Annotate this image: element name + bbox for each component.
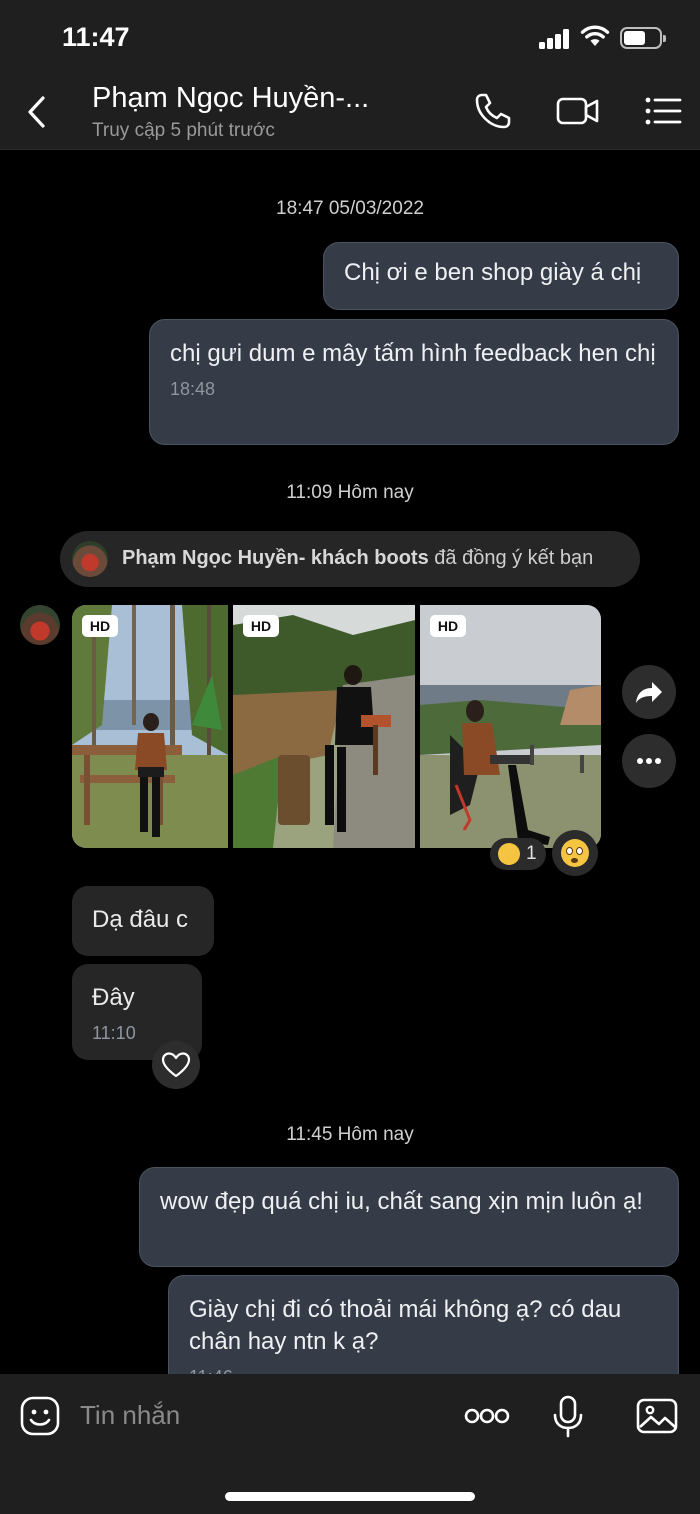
photo-thumbnail[interactable]: HD <box>72 605 228 848</box>
status-time: 11:47 <box>62 22 130 52</box>
avatar[interactable] <box>20 605 60 645</box>
wifi-icon <box>580 25 610 46</box>
timestamp-divider: 11:45 Hôm nay <box>286 1124 414 1145</box>
surprised-emoji-icon <box>498 843 520 865</box>
image-icon[interactable] <box>635 1394 679 1438</box>
photo-image <box>72 605 228 848</box>
photo-image <box>420 605 601 848</box>
message-text: chị gưi dum e mây tấm hình feedback hen … <box>170 340 656 367</box>
contact-name[interactable]: Phạm Ngọc Huyền-... <box>92 82 369 115</box>
more-dots-icon <box>637 758 661 764</box>
forward-button[interactable] <box>622 665 676 719</box>
avatar <box>72 541 108 577</box>
react-button[interactable] <box>552 830 598 876</box>
photo-image <box>233 605 415 848</box>
microphone-icon[interactable] <box>546 1394 590 1438</box>
photo-thumbnail[interactable]: HD <box>233 605 415 848</box>
hd-badge: HD <box>243 615 279 637</box>
contact-status: Truy cập 5 phút trước <box>92 120 275 141</box>
more-dots-icon[interactable] <box>462 1394 512 1438</box>
back-arrow-icon[interactable] <box>18 90 58 134</box>
message-incoming[interactable]: Dạ đâu c <box>72 886 214 956</box>
timestamp-divider: 18:47 05/03/2022 <box>276 198 424 219</box>
message-outgoing[interactable]: Giày chị đi có thoải mái không ạ? có dau… <box>168 1275 679 1374</box>
chat-header: Phạm Ngọc Huyền-... Truy cập 5 phút trướ… <box>0 72 700 150</box>
phone-icon[interactable] <box>470 88 516 134</box>
chat-area[interactable]: 18:47 05/03/2022 Chị ơi e ben shop giày … <box>0 150 700 1374</box>
message-text: Dạ đâu c <box>92 906 189 933</box>
message-outgoing[interactable]: wow đẹp quá chị iu, chất sang xịn mịn lu… <box>139 1167 679 1267</box>
video-camera-icon[interactable] <box>555 88 601 134</box>
message-time: 11:46 <box>189 1366 658 1374</box>
home-indicator <box>225 1492 475 1501</box>
list-menu-icon[interactable] <box>640 88 686 134</box>
surprised-emoji-icon <box>561 839 589 867</box>
battery-icon <box>620 27 666 49</box>
message-text: Chị ơi e ben shop giày á chị <box>344 259 642 286</box>
message-outgoing[interactable]: Chị ơi e ben shop giày á chị <box>323 242 679 310</box>
heart-icon <box>161 1052 191 1078</box>
message-text: Giày chị đi có thoải mái không ạ? có dau… <box>189 1296 622 1355</box>
cellular-signal-icon <box>539 29 571 49</box>
photo-thumbnail[interactable]: HD <box>420 605 601 848</box>
notice-action: đã đồng ý kết bạn <box>428 547 594 569</box>
like-button[interactable] <box>152 1041 200 1089</box>
sticker-icon[interactable] <box>18 1394 62 1438</box>
message-composer: Tin nhắn <box>0 1374 700 1514</box>
message-text: Đây <box>92 984 135 1011</box>
reaction-count: 1 <box>526 843 537 864</box>
message-time: 18:48 <box>170 379 216 399</box>
more-options-button[interactable] <box>622 734 676 788</box>
timestamp-divider: 11:09 Hôm nay <box>286 482 414 503</box>
share-arrow-icon <box>636 682 662 703</box>
notice-contact-name: Phạm Ngọc Huyền- khách boots <box>122 547 429 569</box>
hd-badge: HD <box>430 615 466 637</box>
hd-badge: HD <box>82 615 118 637</box>
status-bar: 11:47 <box>0 0 700 72</box>
message-input[interactable]: Tin nhắn <box>80 1400 180 1431</box>
message-outgoing[interactable]: chị gưi dum e mây tấm hình feedback hen … <box>149 319 679 445</box>
reaction-summary[interactable]: 1 <box>490 838 546 870</box>
message-text: wow đẹp quá chị iu, chất sang xịn mịn lu… <box>160 1188 643 1215</box>
battery-level <box>624 31 645 45</box>
friend-accepted-notice: Phạm Ngọc Huyền- khách boots đã đồng ý k… <box>60 531 640 587</box>
